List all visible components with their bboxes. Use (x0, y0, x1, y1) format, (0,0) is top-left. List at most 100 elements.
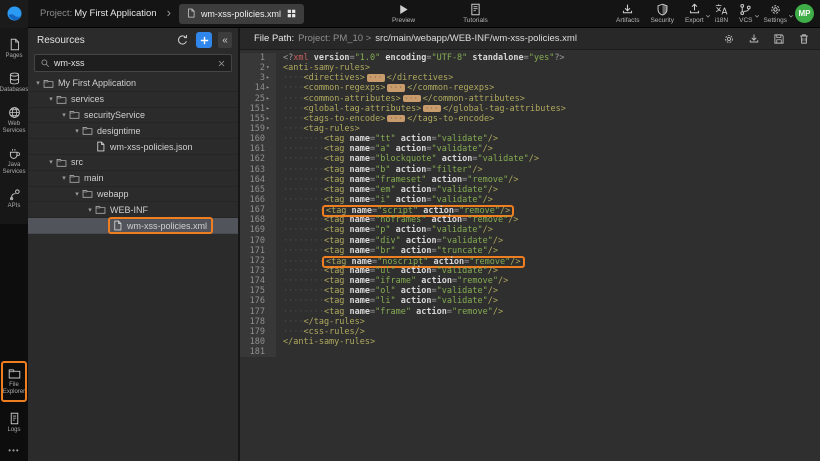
fold-toggle-icon[interactable]: ▸ (266, 94, 273, 104)
sidebar-item-databases[interactable]: Databases (0, 66, 28, 100)
line-number: 25▸ (240, 94, 276, 104)
clear-search-icon[interactable] (217, 59, 226, 68)
tree-expand-arrow[interactable]: ▾ (46, 158, 56, 166)
tree-item-main[interactable]: ▾main (28, 171, 238, 187)
tab-label: wm-xss-policies.xml (201, 9, 281, 19)
file-path-project: Project: PM_10 > (298, 33, 371, 44)
tutorials-button[interactable]: Tutorials (463, 3, 488, 24)
sidebar-more-button[interactable]: ••• (0, 440, 28, 459)
line-number: 2▾ (240, 63, 276, 73)
resources-search (34, 54, 232, 72)
line-number: 159▾ (240, 124, 276, 134)
topbar: Project:My First Application › wm-xss-po… (0, 0, 820, 28)
code-editor[interactable]: 1<?xml version="1.0" encoding="UTF-8" st… (240, 50, 820, 461)
tree-item-wm-xss-policies-xml[interactable]: wm-xss-policies.xml (28, 218, 238, 234)
file-icon (112, 220, 123, 231)
sidebar-item-logs[interactable]: Logs (0, 406, 28, 440)
topbar-action-artifacts[interactable]: Artifacts (616, 3, 639, 24)
gear-icon[interactable] (723, 33, 735, 45)
download-icon[interactable] (748, 33, 760, 45)
trash-icon[interactable] (798, 33, 810, 45)
refresh-icon[interactable] (175, 33, 190, 48)
tree-item-wm-xss-policies-json[interactable]: wm-xss-policies.json (28, 139, 238, 155)
sidebar-item-label: Pages (5, 53, 22, 60)
preview-label: Preview (392, 17, 415, 24)
sidebar-item-java-services[interactable]: Java Services (0, 141, 28, 182)
code-line-180: 180</anti-samy-rules> (240, 337, 820, 347)
file-icon (186, 8, 196, 20)
fold-toggle-icon[interactable]: ▸ (266, 83, 273, 93)
save-icon[interactable] (773, 33, 785, 45)
tree-item-designtime[interactable]: ▾designtime (28, 123, 238, 139)
sidebar-item-label: Web Services (1, 121, 27, 135)
tree-expand-arrow[interactable]: ▾ (59, 111, 69, 119)
page-icon (8, 38, 21, 51)
line-number: 171 (240, 246, 276, 256)
code-text: ····<directives>···</directives> (276, 73, 453, 83)
tree-item-securityservice[interactable]: ▾securityService (28, 108, 238, 124)
code-line-179: 179····<css-rules/> (240, 327, 820, 337)
sidebar-item-pages[interactable]: Pages (0, 32, 28, 66)
shield-icon (656, 3, 669, 16)
code-line-175: 175········<tag name="ol" action="valida… (240, 286, 820, 296)
tree-item-webapp[interactable]: ▾webapp (28, 187, 238, 203)
tree-item-services[interactable]: ▾services (28, 92, 238, 108)
gear-icon (769, 3, 782, 16)
search-input[interactable] (54, 58, 213, 68)
code-text: ····</tag-rules> (276, 317, 365, 327)
topbar-action-security[interactable]: Security (650, 3, 673, 24)
tree-expand-arrow[interactable]: ▾ (72, 190, 82, 198)
preview-button[interactable]: Preview (392, 3, 415, 24)
fold-toggle-icon[interactable]: ▸ (266, 114, 273, 124)
code-line-165: 165········<tag name="em" action="valida… (240, 185, 820, 195)
tree-item-label: WEB-INF (110, 205, 148, 215)
sidebar-item-apis[interactable]: APIs (0, 182, 28, 216)
tutorials-icon (469, 3, 482, 16)
line-number: 168 (240, 215, 276, 225)
project-breadcrumb[interactable]: Project:My First Application (40, 8, 157, 19)
tree-item-src[interactable]: ▾src (28, 155, 238, 171)
tree-expand-arrow[interactable]: ▾ (59, 174, 69, 182)
add-resource-button[interactable] (196, 32, 212, 48)
topbar-actions: Artifacts Security Export i18N VCS Settings (616, 3, 795, 24)
folded-code-marker[interactable]: ··· (387, 84, 405, 92)
line-number: 3▸ (240, 73, 276, 83)
left-sidebar: Pages Databases Web Services Java ServicesA… (0, 28, 28, 461)
collapse-panel-button[interactable]: « (218, 32, 232, 48)
fold-toggle-icon[interactable]: ▸ (266, 73, 273, 83)
line-number: 176 (240, 296, 276, 306)
tree-expand-arrow[interactable]: ▾ (85, 206, 95, 214)
fold-toggle-icon[interactable]: ▸ (266, 104, 273, 114)
folded-code-marker[interactable]: ··· (403, 95, 421, 103)
tree-item-my-first-application[interactable]: ▾My First Application (28, 76, 238, 92)
tab-wm-xss-policies[interactable]: wm-xss-policies.xml (179, 4, 304, 24)
topbar-action-label: i18N (715, 17, 728, 24)
grid-icon[interactable] (286, 8, 297, 19)
tree-item-web-inf[interactable]: ▾ WEB-INF (28, 202, 238, 218)
sidebar-item-file-explorer[interactable]: File Explorer (1, 361, 27, 402)
folded-code-marker[interactable]: ··· (367, 74, 385, 82)
code-text: ········<tag name="tt" action="validate"… (276, 134, 498, 144)
tree-expand-arrow[interactable]: ▾ (33, 79, 43, 87)
code-line-163: 163········<tag name="b" action="filter"… (240, 165, 820, 175)
topbar-action-export[interactable]: Export (685, 3, 704, 24)
caret-down-icon (753, 7, 761, 15)
topbar-action-settings[interactable]: Settings (764, 3, 788, 24)
topbar-action-vcs[interactable]: VCS (739, 3, 752, 24)
tree-expand-arrow[interactable]: ▾ (72, 127, 82, 135)
topbar-action-i18n[interactable]: i18N (715, 3, 728, 24)
wavemaker-studio: Project:My First Application › wm-xss-po… (0, 0, 820, 461)
sidebar-bottom-group: File Explorer Logs ••• (0, 361, 28, 461)
line-number: 1 (240, 53, 276, 63)
caret-down-icon (704, 7, 712, 15)
code-line-162: 162········<tag name="blockquote" action… (240, 154, 820, 164)
folded-code-marker[interactable]: ··· (387, 115, 405, 123)
fold-toggle-icon[interactable]: ▾ (266, 124, 273, 134)
app-logo[interactable] (0, 0, 28, 28)
folded-code-marker[interactable]: ··· (423, 105, 441, 113)
sidebar-item-web-services[interactable]: Web Services (0, 100, 28, 141)
sidebar-item-label: Logs (7, 427, 20, 434)
user-avatar[interactable]: MP (795, 4, 814, 23)
fold-toggle-icon[interactable]: ▾ (266, 63, 273, 73)
tree-expand-arrow[interactable]: ▾ (46, 95, 56, 103)
